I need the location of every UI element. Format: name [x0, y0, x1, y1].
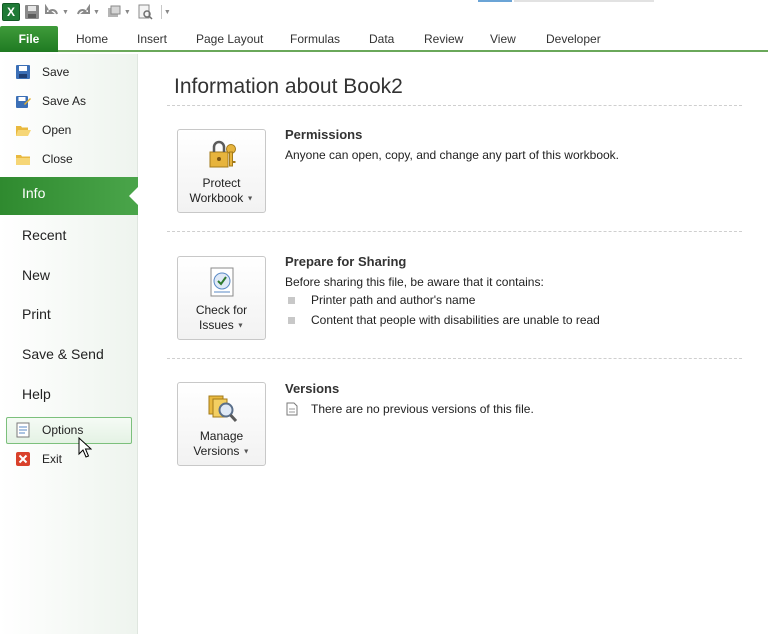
- close-folder-icon: [14, 150, 32, 168]
- versions-icon: [204, 390, 240, 426]
- prepare-sharing-text: Before sharing this file, be aware that …: [285, 275, 544, 289]
- permissions-text: Anyone can open, copy, and change any pa…: [285, 148, 619, 162]
- tab-home[interactable]: Home: [76, 29, 108, 49]
- tab-new[interactable]: New: [22, 264, 50, 286]
- exit-label: Exit: [42, 452, 63, 466]
- undo-icon[interactable]: [44, 3, 60, 21]
- manage-versions-button[interactable]: Manage Versions ▼: [177, 382, 266, 466]
- page-title: Information about Book2: [174, 75, 403, 98]
- tab-review[interactable]: Review: [424, 29, 463, 49]
- print-preview-icon[interactable]: [137, 3, 153, 21]
- tab-file[interactable]: File: [0, 26, 58, 52]
- protect-dropdown-icon: ▼: [246, 195, 254, 203]
- permissions-title: Permissions: [285, 127, 363, 142]
- excel-logo-icon: X: [2, 3, 20, 21]
- undo-dropdown-icon[interactable]: ▼: [62, 9, 69, 16]
- toolbar-separator: [160, 5, 162, 19]
- tab-data[interactable]: Data: [369, 29, 394, 49]
- options-icon: [14, 421, 32, 439]
- save-command[interactable]: Save: [14, 61, 69, 83]
- save-as-icon: [14, 92, 32, 110]
- versions-dropdown-icon: ▼: [242, 448, 250, 456]
- tab-developer[interactable]: Developer: [546, 29, 601, 49]
- lock-keys-icon: [204, 137, 240, 173]
- info-label: Info: [22, 185, 46, 201]
- qat-menu-icon[interactable]: ▼: [164, 9, 171, 16]
- exit-icon: [14, 450, 32, 468]
- document-icon: [285, 402, 299, 416]
- divider: [167, 358, 742, 359]
- open-command[interactable]: Open: [14, 119, 71, 141]
- close-command[interactable]: Close: [14, 148, 73, 170]
- options-command[interactable]: Options: [14, 419, 83, 441]
- protect-workbook-button[interactable]: Protect Workbook ▼: [177, 129, 266, 213]
- exit-command[interactable]: Exit: [14, 448, 62, 470]
- save-icon: [14, 63, 32, 81]
- save-icon[interactable]: [24, 3, 40, 21]
- bullet-icon: [288, 317, 295, 324]
- bullet-text: Content that people with disabilities ar…: [311, 313, 600, 327]
- ribbon-tabs: File Home Insert Page Layout Formulas Da…: [0, 24, 768, 52]
- protect-line1: Protect: [202, 176, 241, 190]
- redo-dropdown-icon[interactable]: ▼: [93, 9, 100, 16]
- tab-insert[interactable]: Insert: [137, 29, 167, 49]
- save-label: Save: [42, 65, 70, 79]
- open-folder-icon: [14, 121, 32, 139]
- close-label: Close: [42, 152, 73, 166]
- backstage-nav: Save Save As Open Close Info Recent New …: [0, 54, 139, 634]
- bullet-icon: [288, 297, 295, 304]
- tab-page-layout[interactable]: Page Layout: [196, 29, 263, 49]
- divider: [167, 231, 742, 232]
- open-label: Open: [42, 123, 72, 137]
- tab-recent[interactable]: Recent: [22, 224, 66, 246]
- redo-icon[interactable]: [75, 3, 91, 21]
- tab-view[interactable]: View: [490, 29, 516, 49]
- checklist-icon: [204, 264, 240, 300]
- save-as-label: Save As: [42, 94, 87, 108]
- prepare-sharing-title: Prepare for Sharing: [285, 254, 407, 269]
- info-panel: Information about Book2 Protect Workbook…: [139, 54, 768, 634]
- versions-title: Versions: [285, 381, 340, 396]
- versions-text: There are no previous versions of this f…: [311, 402, 534, 416]
- tab-help[interactable]: Help: [22, 383, 51, 405]
- selected-arrow-icon: [129, 186, 139, 206]
- tab-print[interactable]: Print: [22, 303, 51, 325]
- quick-access-toolbar: X ▼ ▼ ▼ ▼: [0, 0, 768, 24]
- tab-save-send[interactable]: Save & Send: [22, 343, 104, 365]
- check-dropdown-icon: ▼: [237, 322, 244, 330]
- divider: [167, 105, 742, 106]
- protect-line2: Workbook: [189, 191, 244, 205]
- mouse-cursor-icon: [78, 436, 93, 464]
- customize-dropdown-icon[interactable]: ▼: [124, 9, 131, 16]
- check-line1: Check for: [195, 303, 248, 317]
- tab-formulas[interactable]: Formulas: [290, 29, 340, 49]
- check-line2: Issues: [199, 318, 234, 332]
- save-as-command[interactable]: Save As: [14, 90, 86, 112]
- bullet-text: Printer path and author's name: [311, 293, 476, 307]
- versions-line1: Manage: [199, 429, 244, 443]
- customize-icon[interactable]: [106, 3, 122, 21]
- tab-info[interactable]: Info: [0, 177, 139, 215]
- title-bar-accent: [478, 0, 512, 2]
- options-label: Options: [42, 423, 84, 437]
- check-for-issues-button[interactable]: Check for Issues ▼: [177, 256, 266, 340]
- title-bar-strip: [514, 0, 654, 2]
- versions-line2: Versions: [193, 444, 240, 458]
